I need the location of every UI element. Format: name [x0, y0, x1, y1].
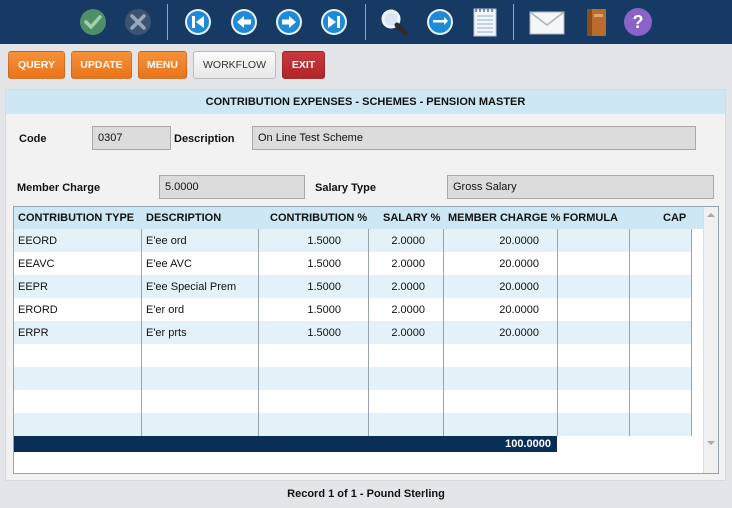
table-row[interactable]: EEPR E'ee Special Prem 1.5000 2.0000 20.0000 — [14, 275, 691, 298]
column-divider — [368, 229, 369, 436]
member-charge-total: 100.0000 — [505, 438, 551, 450]
table-cell: 20.0000 — [499, 280, 539, 293]
table-cell — [305, 367, 425, 390]
toolbar-separator — [365, 4, 366, 40]
search-icon[interactable] — [378, 6, 410, 38]
table-row[interactable]: ERORD E'er ord 1.5000 2.0000 20.0000 — [14, 298, 691, 321]
table-cell — [305, 390, 425, 413]
menu-button[interactable]: MENU — [138, 51, 187, 79]
description-label: Description — [174, 133, 235, 145]
workflow-button[interactable]: WORKFLOW — [193, 51, 276, 79]
previous-record-icon[interactable] — [228, 6, 260, 38]
column-header[interactable]: SALARY % — [383, 207, 440, 229]
table-cell: 20.0000 — [499, 326, 539, 339]
table-cell: 20.0000 — [499, 257, 539, 270]
table-cell: 2.0000 — [391, 234, 425, 247]
table-row[interactable]: EEAVC E'ee AVC 1.5000 2.0000 20.0000 — [14, 252, 691, 275]
mail-icon[interactable] — [528, 6, 566, 38]
salary-type-label: Salary Type — [315, 182, 376, 194]
table-row[interactable] — [14, 413, 691, 436]
toolbar-separator — [167, 4, 168, 40]
column-header[interactable]: FORMULA — [563, 207, 618, 229]
table-row[interactable] — [14, 390, 691, 413]
column-header[interactable]: DESCRIPTION — [146, 207, 221, 229]
toolbar: ? — [0, 0, 732, 44]
grid-header: CONTRIBUTION TYPE DESCRIPTION CONTRIBUTI… — [14, 207, 703, 229]
scroll-up-arrow[interactable] — [707, 213, 715, 217]
table-cell: 2.0000 — [391, 257, 425, 270]
first-record-icon[interactable] — [182, 6, 214, 38]
book-icon[interactable] — [580, 6, 612, 38]
member-charge-field[interactable]: 5.0000 — [159, 175, 305, 199]
column-divider — [557, 229, 558, 436]
table-cell: E'ee AVC — [146, 257, 192, 270]
column-divider — [443, 229, 444, 436]
table-cell: EEORD — [18, 234, 58, 247]
table-cell: ERPR — [18, 326, 49, 339]
table-row[interactable]: ERPR E'er prts 1.5000 2.0000 20.0000 — [14, 321, 691, 344]
refresh-icon[interactable] — [424, 6, 456, 38]
table-cell: 2.0000 — [391, 326, 425, 339]
table-row[interactable] — [14, 344, 691, 367]
total-bar: 100.0000 — [14, 436, 557, 452]
update-button[interactable]: UPDATE — [71, 51, 132, 79]
member-charge-label: Member Charge — [17, 182, 101, 194]
table-cell: EEAVC — [18, 257, 55, 270]
column-header[interactable]: CONTRIBUTION TYPE — [18, 207, 134, 229]
scroll-down-arrow[interactable] — [707, 441, 715, 445]
code-field[interactable]: 0307 — [92, 126, 171, 150]
last-record-icon[interactable] — [318, 6, 350, 38]
table-cell: 2.0000 — [391, 280, 425, 293]
table-cell: E'ee ord — [146, 234, 187, 247]
table-cell — [419, 344, 539, 367]
column-divider — [141, 229, 142, 436]
table-cell: 2.0000 — [391, 303, 425, 316]
table-cell: ERORD — [18, 303, 58, 316]
table-cell: 20.0000 — [499, 303, 539, 316]
table-row[interactable]: EEORD E'ee ord 1.5000 2.0000 20.0000 — [14, 229, 691, 252]
column-divider — [629, 229, 630, 436]
column-divider — [691, 229, 692, 436]
description-field[interactable]: On Line Test Scheme — [252, 126, 696, 150]
table-cell: E'er ord — [146, 303, 185, 316]
panel-title: CONTRIBUTION EXPENSES - SCHEMES - PENSIO… — [6, 90, 725, 114]
column-header[interactable]: CAP — [663, 207, 686, 229]
vertical-scrollbar[interactable] — [703, 207, 718, 473]
query-button[interactable]: QUERY — [8, 51, 65, 79]
table-cell — [305, 413, 425, 436]
pension-master-panel: CONTRIBUTION EXPENSES - SCHEMES - PENSIO… — [5, 89, 726, 481]
notepad-icon[interactable] — [469, 6, 501, 38]
toolbar-separator — [513, 4, 514, 40]
table-cell — [305, 344, 425, 367]
table-row[interactable] — [14, 367, 691, 390]
column-header[interactable]: CONTRIBUTION % — [270, 207, 367, 229]
table-cell: 20.0000 — [499, 234, 539, 247]
table-cell — [419, 413, 539, 436]
code-label: Code — [19, 133, 47, 145]
svg-text:?: ? — [633, 12, 644, 32]
table-cell — [419, 367, 539, 390]
exit-button[interactable]: EXIT — [282, 51, 325, 79]
salary-type-field[interactable]: Gross Salary — [447, 175, 714, 199]
table-cell: E'er prts — [146, 326, 187, 339]
table-cell — [419, 390, 539, 413]
check-icon[interactable] — [77, 6, 109, 38]
status-bar: Record 1 of 1 - Pound Sterling — [287, 488, 445, 500]
next-record-icon[interactable] — [273, 6, 305, 38]
cancel-icon[interactable] — [122, 6, 154, 38]
table-cell: EEPR — [18, 280, 48, 293]
column-divider — [258, 229, 259, 436]
help-icon[interactable]: ? — [622, 6, 654, 38]
contribution-grid: CONTRIBUTION TYPE DESCRIPTION CONTRIBUTI… — [13, 206, 719, 474]
column-header[interactable]: MEMBER CHARGE % — [448, 207, 560, 229]
